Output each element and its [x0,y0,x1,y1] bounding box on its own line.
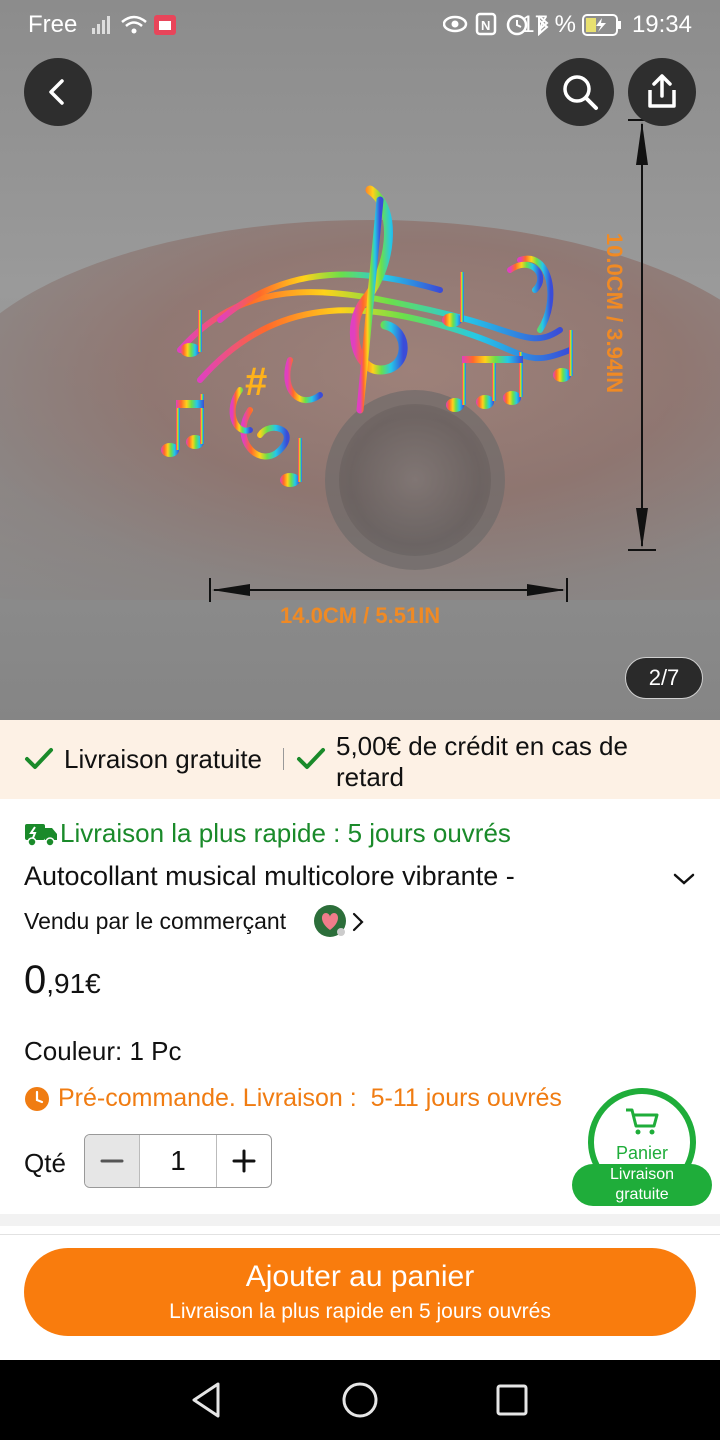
nav-back-icon[interactable] [188,1380,228,1420]
battery-percent: 17 % [521,11,576,38]
signal-icon [92,15,176,35]
clock: 19:34 [631,11,692,38]
product-title[interactable]: Autocollant musical multicolore vibrante… [24,861,515,892]
price-decimal: ,91€ [46,968,101,999]
signal-wifi-icons [92,12,178,42]
minus-icon [100,1159,124,1163]
add-to-cart-button[interactable]: Ajouter au panier Livraison la plus rapi… [24,1248,696,1336]
chevron-left-icon [49,79,64,105]
increase-quantity-button[interactable] [216,1135,271,1187]
width-label: 14.0CM / 5.51IN [280,603,441,628]
add-to-cart-sublabel: Livraison la plus rapide en 5 jours ouvr… [169,1300,551,1323]
nav-recents-icon[interactable] [494,1382,530,1418]
status-bar: Free N 17 % 19:34 [0,0,720,50]
credit-line-2: retard [336,762,404,792]
clock-icon [25,1087,49,1111]
check-icon [297,748,325,769]
color-label: Couleur: 1 Pc [24,1036,182,1066]
nav-home-icon[interactable] [340,1380,380,1420]
decrease-quantity-button[interactable] [85,1135,140,1187]
credit-line-1: 5,00€ de crédit en cas de [336,731,628,761]
plus-icon [232,1149,256,1173]
footer-divider [0,1234,720,1235]
price: 0,91€ [24,958,101,1003]
share-button[interactable] [628,58,696,126]
svg-text:N: N [481,18,494,33]
carrier-label: Free [28,11,78,38]
music-sticker-art: # [161,185,573,487]
cart-free-shipping-pill[interactable]: Livraison gratuite [572,1164,712,1206]
cart-icon [626,1108,659,1135]
image-counter: 2/7 [625,657,703,699]
section-divider [0,1214,720,1226]
chevron-right-icon[interactable] [350,910,366,934]
check-icon [25,748,53,769]
quantity-label: Qté [24,1148,66,1178]
system-navigation-bar [0,1360,720,1440]
height-label: 10.0CM / 3.94IN [602,232,627,394]
free-shipping-label: Livraison gratuite [64,744,262,774]
search-button[interactable] [546,58,614,126]
fast-delivery-text: Livraison la plus rapide : 5 jours ouvré… [60,818,511,848]
battery-icon [582,14,622,43]
shipping-banner: Livraison gratuite 5,00€ de crédit en ca… [0,720,720,799]
cart-label: Panier [615,1143,669,1163]
cart-pill-line-2: gratuite [615,1186,669,1203]
seller-label[interactable]: Vendu par le commerçant [24,908,286,935]
seller-avatar-icon[interactable] [313,904,347,938]
quantity-stepper: 1 [84,1134,272,1188]
share-icon [648,74,676,108]
svg-text:#: # [245,360,267,404]
delivery-truck-icon [25,824,57,847]
cart-pill-line-1: Livraison [609,1166,675,1183]
preorder-text: Pré-commande. Livraison : 5-11 jours ouv… [58,1084,562,1112]
search-icon [563,75,598,110]
price-integer: 0 [24,958,47,1002]
product-image[interactable]: # 14.0CM / 5.51IN 10.0CM / 3.94IN 2/7 [0,0,720,720]
back-button[interactable] [24,58,92,126]
quantity-value[interactable]: 1 [139,1135,217,1187]
chevron-down-icon[interactable] [672,870,696,888]
banner-divider [283,748,284,770]
add-to-cart-label: Ajouter au panier [245,1260,475,1293]
